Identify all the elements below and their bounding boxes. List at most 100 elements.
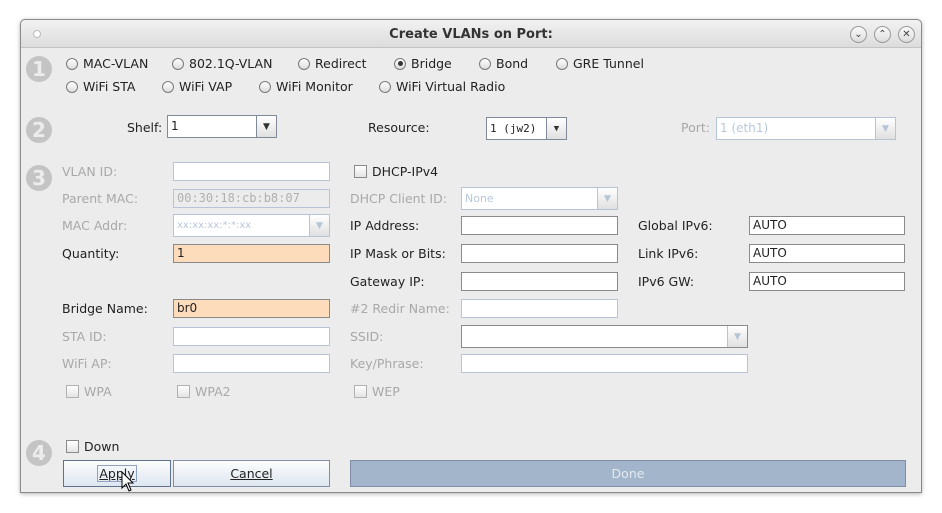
step-4-badge: 4 bbox=[26, 440, 52, 466]
resource-select[interactable]: 1 (jw2) ▼ bbox=[486, 117, 567, 140]
done-button[interactable]: Done bbox=[350, 460, 906, 487]
mac-addr-select[interactable]: xx:xx:xx:*:*:xx ▼ bbox=[173, 214, 330, 237]
quantity-label: Quantity: bbox=[62, 246, 120, 261]
dhcp-ipv4-checkbox[interactable]: DHCP-IPv4 bbox=[354, 164, 438, 179]
radio-label: GRE Tunnel bbox=[573, 56, 644, 71]
radio-icon bbox=[259, 80, 271, 93]
type-radio-802-1q-vlan[interactable]: 802.1Q-VLAN bbox=[172, 56, 272, 71]
radio-label: Bond bbox=[496, 56, 529, 71]
key-phrase-input[interactable] bbox=[461, 354, 748, 373]
port-value: 1 (eth1) bbox=[720, 121, 769, 135]
sta-id-input[interactable] bbox=[173, 327, 330, 346]
shelf-select[interactable]: 1 ▼ bbox=[167, 115, 277, 138]
mac-addr-value: xx:xx:xx:*:*:xx bbox=[177, 220, 252, 231]
type-radio-wifi-sta[interactable]: WiFi STA bbox=[66, 79, 135, 94]
radio-label: WiFi VAP bbox=[179, 79, 233, 94]
radio-selected-icon bbox=[394, 57, 406, 70]
checkbox-icon bbox=[66, 440, 79, 453]
type-radio-mac-vlan[interactable]: MAC-VLAN bbox=[66, 56, 148, 71]
port-label: Port: bbox=[681, 120, 710, 135]
wpa2-checkbox[interactable]: WPA2 bbox=[177, 384, 231, 399]
ip-address-input[interactable] bbox=[461, 216, 618, 235]
radio-label: 802.1Q-VLAN bbox=[189, 56, 273, 71]
ip-mask-input[interactable] bbox=[461, 244, 618, 263]
redir-name-input[interactable] bbox=[461, 299, 618, 318]
dhcp-client-id-value: None bbox=[465, 192, 494, 205]
ssid-select[interactable]: ▼ bbox=[461, 325, 748, 348]
port-select[interactable]: 1 (eth1) ▼ bbox=[716, 117, 896, 140]
radio-label: MAC-VLAN bbox=[83, 56, 149, 71]
key-phrase-label: Key/Phrase: bbox=[350, 356, 424, 371]
step-3-badge: 3 bbox=[26, 165, 52, 191]
radio-icon bbox=[379, 80, 391, 93]
bridge-name-label: Bridge Name: bbox=[62, 301, 148, 316]
dhcp-client-id-label: DHCP Client ID: bbox=[350, 191, 447, 206]
resource-label: Resource: bbox=[368, 120, 430, 135]
resource-value: 1 (jw2) bbox=[490, 122, 537, 135]
type-radio-bridge[interactable]: Bridge bbox=[394, 56, 452, 71]
type-radio-wifi-virtual-radio[interactable]: WiFi Virtual Radio bbox=[379, 79, 505, 94]
title-bar[interactable]: Create VLANs on Port: ⌄ ⌃ ✕ bbox=[21, 20, 921, 48]
checkbox-icon bbox=[66, 385, 79, 398]
wpa-checkbox[interactable]: WPA bbox=[66, 384, 112, 399]
link-ipv6-input[interactable]: AUTO bbox=[749, 244, 905, 263]
ipv6-gw-input[interactable]: AUTO bbox=[749, 272, 905, 291]
radio-icon bbox=[172, 57, 184, 70]
radio-icon bbox=[66, 57, 78, 70]
radio-label: Bridge bbox=[411, 56, 452, 71]
gateway-ip-input[interactable] bbox=[461, 272, 618, 291]
step-2-badge: 2 bbox=[26, 117, 52, 143]
quantity-input[interactable]: 1 bbox=[173, 244, 330, 263]
down-label: Down bbox=[84, 439, 120, 454]
wep-label: WEP bbox=[372, 384, 400, 399]
cancel-button[interactable]: Cancel bbox=[173, 460, 330, 487]
radio-icon bbox=[479, 57, 491, 70]
step-1-badge: 1 bbox=[26, 56, 52, 82]
apply-button[interactable]: Apply bbox=[63, 460, 171, 487]
global-ipv6-label: Global IPv6: bbox=[638, 218, 713, 233]
radio-icon bbox=[162, 80, 174, 93]
shelf-label: Shelf: bbox=[127, 120, 163, 135]
ip-mask-label: IP Mask or Bits: bbox=[350, 246, 446, 261]
chevron-down-icon[interactable]: ▼ bbox=[256, 116, 276, 137]
window-title: Create VLANs on Port: bbox=[389, 27, 553, 42]
radio-label: WiFi STA bbox=[83, 79, 136, 94]
chevron-down-icon[interactable]: ▼ bbox=[597, 188, 617, 209]
gateway-ip-label: Gateway IP: bbox=[350, 274, 425, 289]
wifi-ap-input[interactable] bbox=[173, 354, 330, 373]
wpa2-label: WPA2 bbox=[195, 384, 231, 399]
close-button[interactable]: ✕ bbox=[898, 26, 915, 43]
type-radio-gre-tunnel[interactable]: GRE Tunnel bbox=[556, 56, 644, 71]
chevron-down-icon[interactable]: ▼ bbox=[309, 215, 329, 236]
vlan-id-label: VLAN ID: bbox=[62, 164, 118, 179]
dhcp-ipv4-label: DHCP-IPv4 bbox=[372, 164, 439, 179]
type-radio-redirect[interactable]: Redirect bbox=[298, 56, 367, 71]
checkbox-icon bbox=[177, 385, 190, 398]
shelf-value: 1 bbox=[171, 119, 179, 133]
checkbox-icon bbox=[354, 385, 367, 398]
dhcp-client-id-select[interactable]: None ▼ bbox=[461, 187, 618, 210]
wep-checkbox[interactable]: WEP bbox=[354, 384, 400, 399]
cancel-label: Cancel bbox=[230, 466, 273, 481]
type-radio-wifi-monitor[interactable]: WiFi Monitor bbox=[259, 79, 353, 94]
redir-name-label: #2 Redir Name: bbox=[350, 301, 450, 316]
type-radio-wifi-vap[interactable]: WiFi VAP bbox=[162, 79, 232, 94]
ip-address-label: IP Address: bbox=[350, 218, 420, 233]
radio-label: Redirect bbox=[315, 56, 367, 71]
type-radio-bond[interactable]: Bond bbox=[479, 56, 528, 71]
sta-id-label: STA ID: bbox=[62, 329, 107, 344]
vlan-id-input[interactable] bbox=[173, 162, 330, 181]
chevron-down-icon[interactable]: ▼ bbox=[727, 326, 747, 347]
chevron-down-icon[interactable]: ▼ bbox=[875, 118, 895, 139]
ssid-label: SSID: bbox=[350, 329, 384, 344]
maximize-button[interactable]: ⌃ bbox=[874, 26, 891, 43]
parent-mac-label: Parent MAC: bbox=[62, 191, 139, 206]
minimize-button[interactable]: ⌄ bbox=[850, 26, 867, 43]
global-ipv6-input[interactable]: AUTO bbox=[749, 216, 905, 235]
down-checkbox[interactable]: Down bbox=[66, 439, 119, 454]
parent-mac-input[interactable]: 00:30:18:cb:b8:07 bbox=[173, 189, 330, 208]
chevron-down-icon[interactable]: ▼ bbox=[546, 118, 566, 139]
radio-label: WiFi Monitor bbox=[276, 79, 353, 94]
bridge-name-input[interactable]: br0 bbox=[173, 299, 330, 318]
radio-icon bbox=[66, 80, 78, 93]
